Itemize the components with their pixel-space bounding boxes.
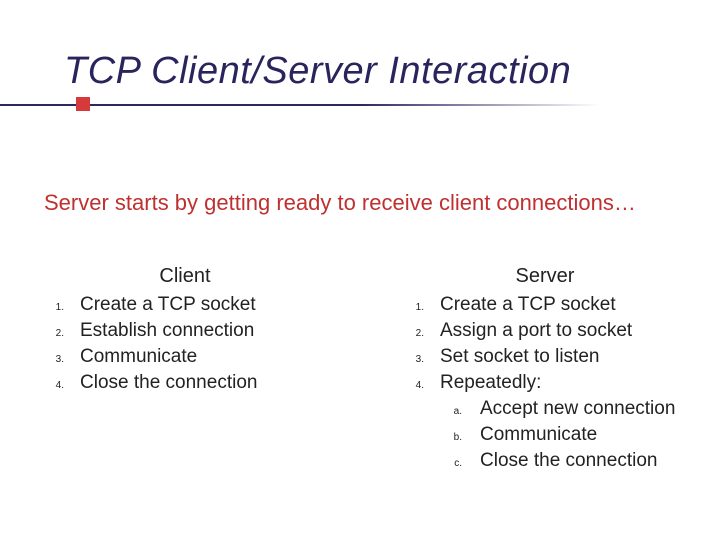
list-text: Create a TCP socket <box>440 294 690 316</box>
client-column: Client 1. Create a TCP socket 2. Establi… <box>40 265 330 476</box>
list-marker: 4. <box>40 380 80 391</box>
title-underline <box>0 104 600 106</box>
list-item: 1. Create a TCP socket <box>40 294 330 316</box>
list-text: Communicate <box>80 346 330 368</box>
list-item: b. Communicate <box>400 424 690 446</box>
list-item: a. Accept new connection <box>400 398 690 420</box>
list-marker: 4. <box>400 380 440 391</box>
list-text: Close the connection <box>80 372 330 394</box>
list-text: Close the connection <box>480 450 690 472</box>
client-header: Client <box>40 265 330 288</box>
list-marker: 3. <box>40 354 80 365</box>
list-text: Assign a port to socket <box>440 320 690 342</box>
list-item: 4. Close the connection <box>40 372 330 394</box>
list-item: 2. Assign a port to socket <box>400 320 690 342</box>
slide-subtitle: Server starts by getting ready to receiv… <box>44 190 700 216</box>
list-text: Create a TCP socket <box>80 294 330 316</box>
list-marker: 1. <box>400 302 440 313</box>
list-text: Accept new connection <box>480 398 690 420</box>
list-text: Establish connection <box>80 320 330 342</box>
list-marker: b. <box>400 432 480 443</box>
list-item: 3. Set socket to listen <box>400 346 690 368</box>
list-marker: c. <box>400 458 480 469</box>
client-list: 1. Create a TCP socket 2. Establish conn… <box>40 294 330 394</box>
list-item: 2. Establish connection <box>40 320 330 342</box>
list-item: 3. Communicate <box>40 346 330 368</box>
list-marker: a. <box>400 406 480 417</box>
server-sublist: a. Accept new connection b. Communicate … <box>400 398 690 472</box>
list-marker: 2. <box>400 328 440 339</box>
columns: Client 1. Create a TCP socket 2. Establi… <box>40 265 690 476</box>
list-marker: 1. <box>40 302 80 313</box>
list-text: Communicate <box>480 424 690 446</box>
server-header: Server <box>400 265 690 288</box>
list-marker: 3. <box>400 354 440 365</box>
slide-title: TCP Client/Server Interaction <box>64 50 700 93</box>
server-list: 1. Create a TCP socket 2. Assign a port … <box>400 294 690 472</box>
server-column: Server 1. Create a TCP socket 2. Assign … <box>400 265 690 476</box>
list-item: 4. Repeatedly: <box>400 372 690 394</box>
list-text: Repeatedly: <box>440 372 690 394</box>
accent-square <box>76 97 90 111</box>
list-marker: 2. <box>40 328 80 339</box>
list-text: Set socket to listen <box>440 346 690 368</box>
list-item: c. Close the connection <box>400 450 690 472</box>
list-item: 1. Create a TCP socket <box>400 294 690 316</box>
